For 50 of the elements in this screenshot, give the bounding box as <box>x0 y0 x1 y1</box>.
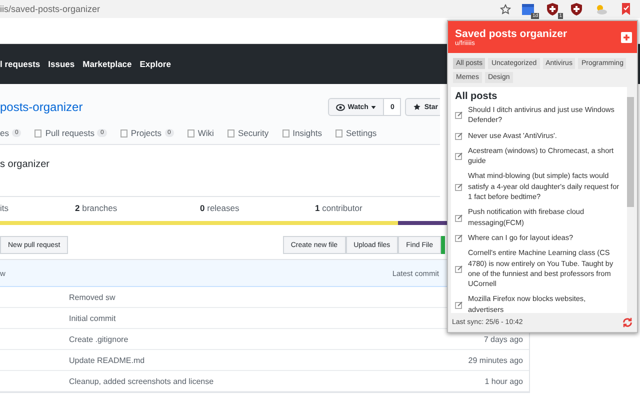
shield-icon <box>570 2 583 16</box>
shield-icon <box>546 2 559 16</box>
commit-message[interactable]: Create .gitignore <box>69 334 128 344</box>
repo-stat[interactable]: 0 releases <box>200 203 315 213</box>
repo-tab[interactable]: Security <box>226 128 269 138</box>
edit-icon[interactable] <box>455 152 463 160</box>
tab-icon <box>282 128 290 138</box>
refresh-icon[interactable] <box>622 317 633 328</box>
commit-message[interactable]: Initial commit <box>69 314 116 322</box>
repo-description: s organizer <box>0 158 50 172</box>
commit-age: 1 hour ago <box>484 376 523 386</box>
tab-icon <box>120 128 128 138</box>
url-text[interactable]: iis/saved-posts-organizer <box>0 4 100 14</box>
tab-icon <box>334 128 343 138</box>
repo-stat[interactable]: 1 contributor <box>315 203 362 213</box>
star-icon <box>413 103 422 111</box>
tab-icon <box>226 128 235 138</box>
repo-tab[interactable]: Wiki <box>186 128 214 138</box>
edit-icon[interactable] <box>455 234 463 242</box>
tab-icon <box>34 128 42 138</box>
edit-icon[interactable] <box>455 132 463 140</box>
commit-message[interactable]: Update README.md <box>69 356 145 364</box>
weather-icon <box>594 2 608 16</box>
repo-stat[interactable]: its <box>0 203 75 213</box>
commit-message[interactable]: Removed sw <box>69 292 116 302</box>
edit-icon[interactable] <box>455 111 463 120</box>
edit-icon[interactable] <box>455 214 463 222</box>
extension-button[interactable] <box>569 1 584 17</box>
bookmark-icon <box>619 2 633 16</box>
nav-link[interactable]: l requests <box>0 59 40 69</box>
repo-title[interactable]: posts-organizer <box>0 100 83 114</box>
add-icon[interactable] <box>621 32 632 42</box>
commit-age: 7 days ago <box>484 334 523 344</box>
nav-link[interactable]: Issues <box>48 59 75 69</box>
edit-icon[interactable] <box>455 300 463 309</box>
edit-icon[interactable] <box>455 264 463 273</box>
commit-message[interactable]: Cleanup, added screenshots and license <box>69 376 214 386</box>
nav-link[interactable]: Marketplace <box>82 59 132 69</box>
list-heading: All posts <box>455 91 498 102</box>
repo-tab[interactable]: Insights <box>282 128 322 138</box>
edit-icon[interactable] <box>455 182 463 191</box>
nav-link[interactable]: Explore <box>140 59 171 69</box>
tab-icon <box>186 128 195 138</box>
commit-age: 29 minutes ago <box>468 356 523 364</box>
eye-icon <box>336 104 345 110</box>
popup-title: Saved posts organizer <box>455 28 568 40</box>
repo-tab[interactable]: Settings <box>334 128 377 138</box>
star-icon[interactable] <box>500 4 511 14</box>
caret-icon <box>371 106 376 108</box>
repo-stat[interactable]: 2 branches <box>75 203 200 213</box>
